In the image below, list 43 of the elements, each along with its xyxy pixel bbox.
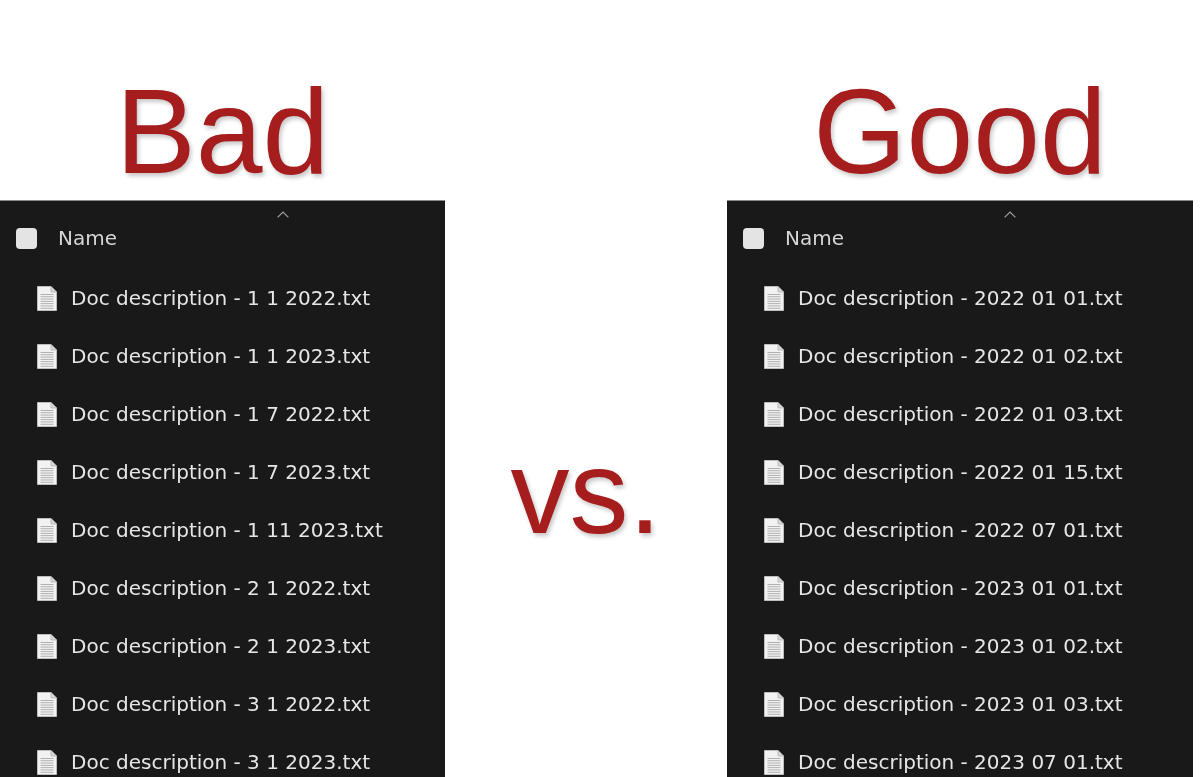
document-icon bbox=[37, 575, 57, 601]
name-column-header[interactable]: Name bbox=[58, 226, 117, 250]
document-icon bbox=[37, 749, 57, 775]
checkbox[interactable] bbox=[743, 227, 764, 249]
document-icon bbox=[764, 517, 784, 543]
file-item[interactable]: Doc description - 3 1 2023.txt bbox=[37, 749, 371, 775]
document-icon bbox=[37, 285, 57, 311]
comparison-title: Bad bbox=[115, 71, 330, 191]
document-icon bbox=[764, 285, 784, 311]
file-item[interactable]: Doc description - 2023 07 01.txt bbox=[764, 749, 1123, 775]
file-item[interactable]: Doc description - 2023 01 01.txt bbox=[764, 575, 1123, 601]
checkbox[interactable] bbox=[16, 227, 37, 249]
file-item[interactable]: Doc description - 2022 07 01.txt bbox=[764, 517, 1123, 543]
file-item[interactable]: Doc description - 2022 01 01.txt bbox=[764, 285, 1123, 311]
file-item[interactable]: Doc description - 2023 01 03.txt bbox=[764, 691, 1123, 717]
file-item[interactable]: Doc description - 1 1 2023.txt bbox=[37, 343, 371, 369]
versus-label: vs. bbox=[510, 433, 662, 551]
file-item[interactable]: Doc description - 2022 01 15.txt bbox=[764, 459, 1123, 485]
document-icon bbox=[764, 401, 784, 427]
document-icon bbox=[37, 691, 57, 717]
document-icon bbox=[37, 517, 57, 543]
document-icon bbox=[37, 401, 57, 427]
document-icon bbox=[764, 691, 784, 717]
document-icon bbox=[764, 749, 784, 775]
name-column-header[interactable]: Name bbox=[785, 226, 844, 250]
file-item[interactable]: Doc description - 2 1 2023.txt bbox=[37, 633, 371, 659]
file-item[interactable]: Doc description - 2022 01 03.txt bbox=[764, 401, 1123, 427]
document-icon bbox=[37, 633, 57, 659]
document-icon bbox=[764, 459, 784, 485]
file-item[interactable]: Doc description - 1 1 2022.txt bbox=[37, 285, 371, 311]
file-item[interactable]: Doc description - 2022 01 02.txt bbox=[764, 343, 1123, 369]
file-item[interactable]: Doc description - 2 1 2022.txt bbox=[37, 575, 371, 601]
comparison-title: Good bbox=[813, 71, 1107, 191]
file-item[interactable]: Doc description - 1 7 2022.txt bbox=[37, 401, 371, 427]
document-icon bbox=[764, 633, 784, 659]
file-item[interactable]: Doc description - 1 11 2023.txt bbox=[37, 517, 383, 543]
file-item[interactable]: Doc description - 2023 01 02.txt bbox=[764, 633, 1123, 659]
document-icon bbox=[37, 343, 57, 369]
file-item[interactable]: Doc description - 3 1 2022.txt bbox=[37, 691, 371, 717]
document-icon bbox=[764, 343, 784, 369]
document-icon bbox=[764, 575, 784, 601]
document-icon bbox=[37, 459, 57, 485]
file-item[interactable]: Doc description - 1 7 2023.txt bbox=[37, 459, 371, 485]
